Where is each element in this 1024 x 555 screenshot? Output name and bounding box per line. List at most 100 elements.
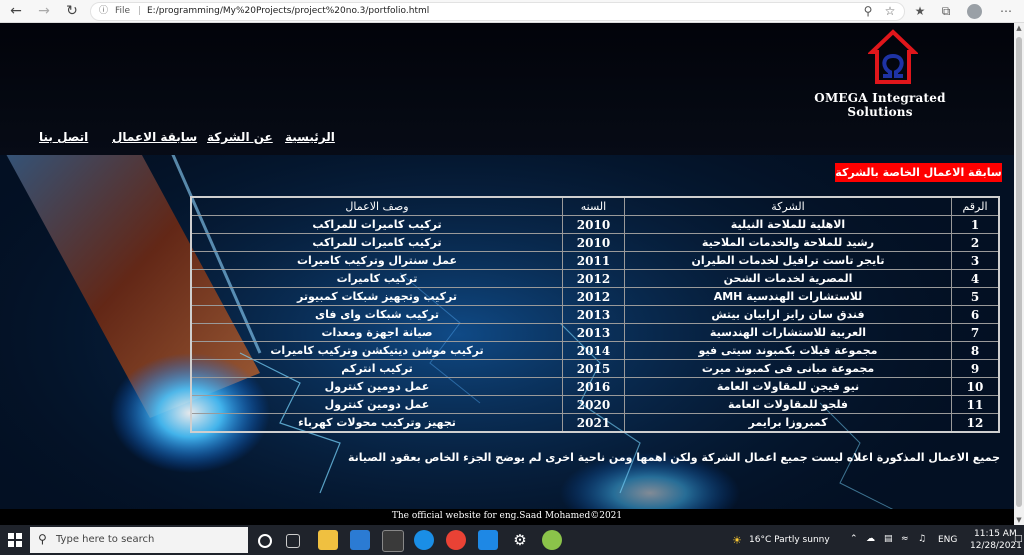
notifications-icon[interactable]: □ bbox=[1014, 534, 1023, 544]
scroll-down-icon[interactable]: ▼ bbox=[1014, 515, 1024, 525]
header-year: السنه bbox=[562, 196, 625, 216]
cell-year: 2014 bbox=[562, 341, 625, 360]
cell-num: 5 bbox=[951, 287, 1000, 306]
tray-network-icon[interactable]: ▤ bbox=[884, 534, 893, 544]
vscode-icon[interactable] bbox=[478, 530, 498, 550]
wifi-icon[interactable]: ≈ bbox=[901, 534, 909, 544]
table-row: 5 للاستشارات الهندسية AMH 2012 تركيب وتجهيز… bbox=[190, 287, 1000, 306]
cell-year: 2013 bbox=[562, 305, 625, 324]
table-row: 2 رشيد للملاحة والخدمات الملاحية 2010 تركيب… bbox=[190, 233, 1000, 252]
address-bar[interactable]: ⓘ File | E:/programming/My%20Projects/pr… bbox=[90, 2, 905, 21]
table-row: 6 فندق سان رايز ارابيان بيتش 2013 تركيب شبك… bbox=[190, 305, 1000, 324]
cell-num: 4 bbox=[951, 269, 1000, 288]
cell-company: كمبروزا برايمر bbox=[624, 413, 952, 433]
info-icon[interactable]: ⓘ bbox=[99, 3, 108, 20]
address-separator: | bbox=[138, 6, 142, 16]
table-row: 11 فلجو للمقاولات العامة 2020 عمل دومين كنت… bbox=[190, 395, 1000, 414]
favorite-icon[interactable]: ☆ bbox=[880, 2, 900, 20]
cell-desc: تجهيز وتركيب محولات كهرباء bbox=[190, 413, 563, 433]
cell-desc: صيانة اجهزة ومعدات bbox=[190, 323, 563, 342]
chrome-icon[interactable] bbox=[446, 530, 466, 550]
cell-company: الاهلية للملاحة النيلية bbox=[624, 215, 952, 234]
store-icon[interactable] bbox=[382, 530, 404, 552]
scroll-thumb[interactable] bbox=[1016, 37, 1022, 507]
cell-year: 2012 bbox=[562, 269, 625, 288]
back-icon[interactable]: ← bbox=[6, 2, 26, 20]
settings-icon[interactable]: ⚙ bbox=[510, 530, 530, 550]
cell-desc: عمل دومين كنترول bbox=[190, 395, 563, 414]
clock-time[interactable]: 11:15 AM bbox=[974, 529, 1017, 539]
table-row: 12 كمبروزا برايمر 2021 تجهيز وتركيب محولات … bbox=[190, 413, 1000, 433]
browser-toolbar: ← → ↻ ⓘ File | E:/programming/My%20Proje… bbox=[0, 0, 1024, 23]
cell-company: مجموعة فيلات بكمبوند سيتى فيو bbox=[624, 341, 952, 360]
cell-desc: تركيب كاميرات bbox=[190, 269, 563, 288]
table-body: 1 الاهلية للملاحة النيلية 2010 تركيب كاميرا… bbox=[190, 215, 1000, 433]
page-scrollbar[interactable]: ▲ ▼ bbox=[1014, 23, 1024, 525]
windows-start-icon[interactable] bbox=[8, 533, 22, 547]
mail-icon[interactable] bbox=[350, 530, 370, 550]
cell-company: المصرية لخدمات الشحن bbox=[624, 269, 952, 288]
address-scheme: File bbox=[115, 6, 131, 16]
cell-company: فندق سان رايز ارابيان بيتش bbox=[624, 305, 952, 324]
main-menu: الرئيسية عن الشركة سابقة الاعمال اتصل بن… bbox=[0, 130, 1014, 150]
cortana-icon[interactable] bbox=[258, 534, 272, 548]
cell-num: 1 bbox=[951, 215, 1000, 234]
cell-year: 2012 bbox=[562, 287, 625, 306]
windows-taskbar: ⚲ Type here to search ⚙ ☀ 16°C Partly su… bbox=[0, 525, 1024, 555]
portfolio-table: الرقم الشركة السنه وصف الاعمال 1 الاهلية … bbox=[190, 196, 1000, 433]
cell-desc: عمل دومين كنترول bbox=[190, 377, 563, 396]
cell-year: 2010 bbox=[562, 215, 625, 234]
edge-icon[interactable] bbox=[414, 530, 434, 550]
more-menu-icon[interactable]: ⋯ bbox=[996, 2, 1016, 20]
profile-avatar[interactable] bbox=[967, 4, 982, 19]
favorites-bar-icon[interactable]: ★ bbox=[910, 2, 930, 20]
cell-num: 10 bbox=[951, 377, 1000, 396]
cell-num: 6 bbox=[951, 305, 1000, 324]
cell-company: فلجو للمقاولات العامة bbox=[624, 395, 952, 414]
app-icon[interactable] bbox=[542, 530, 562, 550]
task-view-icon[interactable] bbox=[286, 534, 300, 548]
search-icon: ⚲ bbox=[38, 532, 47, 546]
section-title: سابقة الاعمال الخاصة بالشركة bbox=[835, 163, 1002, 182]
tray-up-icon[interactable]: ⌃ bbox=[850, 534, 858, 544]
disclaimer-note: جميع الاعمال المذكورة اعلاه ليست جميع اع… bbox=[347, 451, 1000, 464]
cell-year: 2021 bbox=[562, 413, 625, 433]
tray-app-icon[interactable]: ☁ bbox=[866, 534, 875, 544]
table-row: 9 مجموعة مبانى فى كمبوند ميرت 2015 تركيب ان… bbox=[190, 359, 1000, 378]
header-num: الرقم bbox=[951, 196, 1000, 216]
cell-desc: تركيب شبكات واى فاى bbox=[190, 305, 563, 324]
cell-company: للاستشارات الهندسية AMH bbox=[624, 287, 952, 306]
cell-desc: تركيب وتجهيز شبكات كمبيوتر bbox=[190, 287, 563, 306]
table-row: 8 مجموعة فيلات بكمبوند سيتى فيو 2014 تركيب … bbox=[190, 341, 1000, 360]
weather-text[interactable]: 16°C Partly sunny bbox=[749, 535, 830, 545]
menu-home[interactable]: الرئيسية bbox=[285, 130, 335, 144]
taskbar-search-box[interactable]: ⚲ Type here to search bbox=[30, 527, 248, 553]
cell-num: 7 bbox=[951, 323, 1000, 342]
volume-icon[interactable]: ♫ bbox=[918, 534, 926, 544]
scroll-up-icon[interactable]: ▲ bbox=[1014, 23, 1024, 33]
address-url[interactable]: E:/programming/My%20Projects/project%20n… bbox=[147, 3, 429, 20]
cell-desc: تركيب انتركم bbox=[190, 359, 563, 378]
language-indicator[interactable]: ENG bbox=[938, 535, 957, 545]
cell-num: 12 bbox=[951, 413, 1000, 433]
cell-year: 2011 bbox=[562, 251, 625, 270]
forward-icon[interactable]: → bbox=[34, 2, 54, 20]
cell-num: 8 bbox=[951, 341, 1000, 360]
zoom-icon[interactable]: ⚲ bbox=[858, 2, 878, 20]
header-company: الشركة bbox=[624, 196, 952, 216]
cell-num: 9 bbox=[951, 359, 1000, 378]
cell-year: 2015 bbox=[562, 359, 625, 378]
cell-year: 2010 bbox=[562, 233, 625, 252]
weather-icon[interactable]: ☀ bbox=[732, 534, 742, 547]
table-row: 1 الاهلية للملاحة النيلية 2010 تركيب كاميرا… bbox=[190, 215, 1000, 234]
reload-icon[interactable]: ↻ bbox=[62, 2, 82, 20]
search-placeholder: Type here to search bbox=[56, 534, 155, 545]
footer-text: The official website for eng.Saad Mohame… bbox=[391, 511, 623, 521]
cell-desc: تركيب موشن ديتيكشن وتركيب كاميرات bbox=[190, 341, 563, 360]
site-footer: The official website for eng.Saad Mohame… bbox=[0, 509, 1014, 525]
menu-contact[interactable]: اتصل بنا bbox=[39, 130, 88, 144]
collections-icon[interactable]: ⧉ bbox=[936, 2, 956, 20]
menu-portfolio[interactable]: سابقة الاعمال bbox=[112, 130, 197, 144]
menu-about[interactable]: عن الشركة bbox=[207, 130, 273, 144]
file-explorer-icon[interactable] bbox=[318, 530, 338, 550]
